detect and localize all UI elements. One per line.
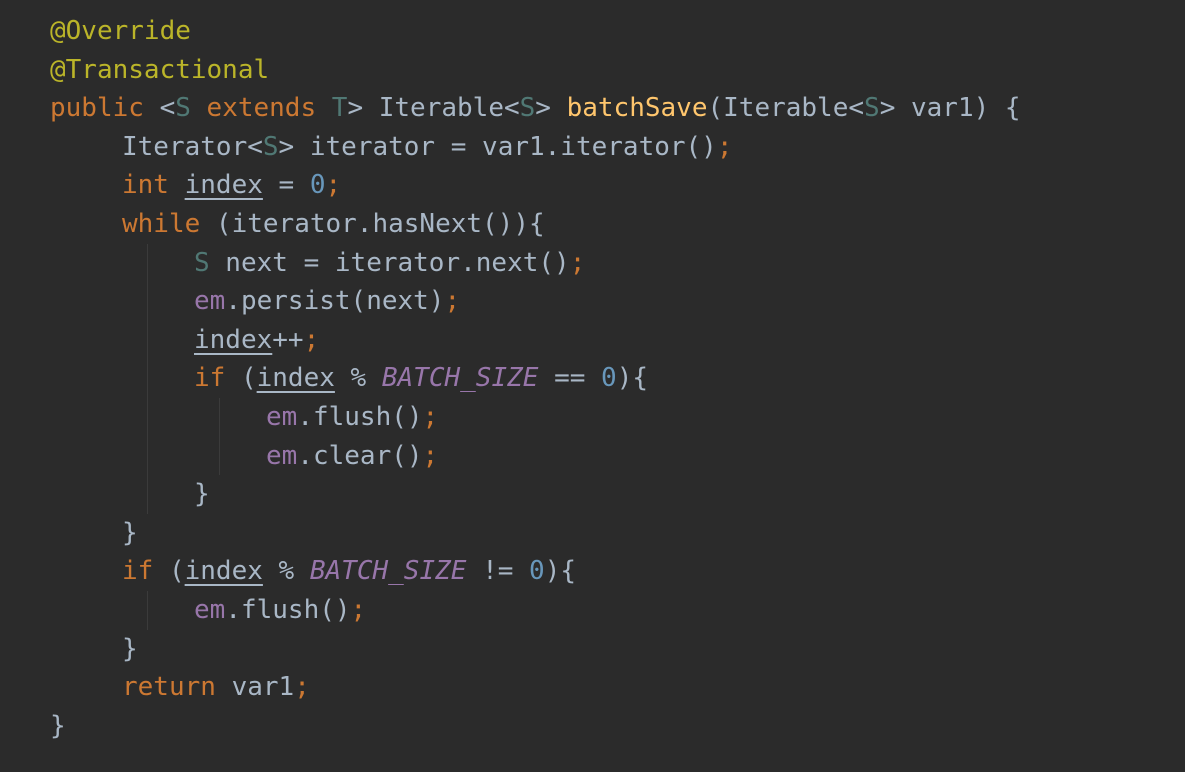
code-line[interactable]: index++; bbox=[0, 320, 1185, 360]
code-line[interactable]: em.flush(); bbox=[0, 397, 1185, 437]
code-line[interactable]: em.persist(next); bbox=[0, 282, 1185, 321]
code-token: ; bbox=[716, 131, 733, 162]
code-token: var1 bbox=[231, 672, 295, 703]
code-token: > bbox=[535, 93, 567, 124]
code-line[interactable]: } bbox=[0, 475, 1185, 514]
code-token: BATCH_SIZE bbox=[381, 363, 539, 394]
code-line[interactable]: int index = 0; bbox=[0, 166, 1185, 205]
code-token: index bbox=[256, 363, 335, 394]
code-token: BATCH_SIZE bbox=[309, 556, 467, 587]
code-token: if bbox=[194, 363, 241, 394]
code-line[interactable]: em.clear(); bbox=[0, 436, 1185, 476]
code-token: 0 bbox=[601, 363, 617, 394]
code-token: em bbox=[194, 594, 226, 625]
code-token: S bbox=[194, 247, 210, 278]
code-line[interactable]: public <S extends T> Iterable<S> batchSa… bbox=[0, 89, 1185, 128]
code-token: } bbox=[122, 633, 138, 664]
code-token: index bbox=[184, 170, 263, 201]
code-token: .flush() bbox=[225, 594, 351, 625]
code-token: return bbox=[122, 672, 232, 703]
code-token: ; bbox=[325, 170, 342, 201]
code-token: > Iterable< bbox=[347, 93, 520, 124]
code-token: .clear() bbox=[297, 440, 423, 471]
code-token: % bbox=[334, 363, 382, 394]
code-token: != bbox=[466, 556, 530, 587]
indent-guide bbox=[147, 282, 148, 321]
code-token: @Override bbox=[50, 16, 191, 46]
code-token: > iterator = var1.iterator() bbox=[278, 131, 717, 162]
code-token: 0 bbox=[309, 170, 326, 201]
indent-guide bbox=[147, 397, 148, 437]
code-line[interactable]: S next = iterator.next(); bbox=[0, 243, 1185, 283]
code-token: batchSave bbox=[566, 93, 708, 124]
code-line[interactable]: @Override bbox=[0, 12, 1185, 51]
indent-guide bbox=[147, 243, 148, 283]
code-token: } bbox=[50, 710, 66, 741]
code-token: S bbox=[864, 93, 880, 124]
code-editor[interactable]: @Override @Transactional public <S extends… bbox=[0, 0, 1185, 772]
code-token: public bbox=[50, 93, 160, 124]
code-token: while bbox=[122, 208, 216, 239]
indent-guide bbox=[219, 397, 220, 437]
code-line[interactable]: @Transactional bbox=[0, 51, 1185, 90]
code-token: S bbox=[175, 93, 191, 124]
code-line[interactable]: } bbox=[0, 514, 1185, 553]
code-token: em bbox=[194, 286, 226, 317]
indent-guide bbox=[147, 590, 148, 630]
code-token: 0 bbox=[529, 556, 545, 587]
code-token: T bbox=[331, 93, 348, 124]
code-token: = bbox=[262, 170, 310, 201]
code-token: == bbox=[538, 363, 602, 394]
code-token: } bbox=[194, 479, 210, 510]
code-token: .persist(next) bbox=[225, 286, 445, 317]
indent-guide bbox=[147, 320, 148, 360]
code-token: ; bbox=[294, 672, 310, 703]
code-token: @Transactional bbox=[50, 54, 270, 85]
code-token: ){ bbox=[544, 556, 577, 587]
code-token: int bbox=[122, 170, 185, 201]
code-token: ; bbox=[422, 440, 439, 471]
indent-guide bbox=[147, 436, 148, 476]
code-line[interactable]: } bbox=[0, 707, 1185, 746]
code-token: S bbox=[519, 93, 536, 124]
code-token: > var1) { bbox=[879, 93, 1021, 124]
code-token: ; bbox=[350, 594, 367, 625]
indent-guide bbox=[219, 436, 220, 476]
code-token: ; bbox=[422, 401, 439, 432]
code-token: em bbox=[266, 401, 298, 432]
code-token: % bbox=[262, 556, 310, 587]
code-token: ( bbox=[240, 363, 257, 394]
code-line[interactable]: } bbox=[0, 630, 1185, 669]
indent-guide bbox=[147, 475, 148, 514]
code-token: ){ bbox=[616, 363, 649, 394]
code-token: Iterator< bbox=[122, 131, 263, 162]
code-token: index bbox=[184, 556, 263, 587]
indent-guide bbox=[147, 359, 148, 398]
code-token: if bbox=[122, 556, 169, 587]
code-token: < bbox=[159, 93, 176, 124]
code-line[interactable]: if (index % BATCH_SIZE == 0){ bbox=[0, 359, 1185, 398]
code-token: ; bbox=[303, 324, 320, 355]
code-token: next = iterator.next() bbox=[209, 247, 570, 278]
code-token: ( bbox=[168, 556, 185, 587]
code-line[interactable]: em.flush(); bbox=[0, 590, 1185, 630]
code-token: em bbox=[266, 440, 298, 471]
code-token: index bbox=[194, 324, 273, 355]
code-token: ; bbox=[569, 247, 586, 278]
code-token: ; bbox=[444, 286, 461, 317]
code-line[interactable]: while (iterator.hasNext()){ bbox=[0, 205, 1185, 244]
code-token: extends bbox=[190, 93, 332, 124]
code-token: ++ bbox=[272, 324, 304, 355]
code-line[interactable]: return var1; bbox=[0, 668, 1185, 707]
code-token: } bbox=[122, 517, 138, 548]
code-token: (iterator.hasNext()){ bbox=[215, 208, 545, 239]
code-line[interactable]: Iterator<S> iterator = var1.iterator(); bbox=[0, 128, 1185, 167]
code-line[interactable]: if (index % BATCH_SIZE != 0){ bbox=[0, 552, 1185, 591]
code-token: (Iterable< bbox=[707, 93, 865, 124]
code-token: S bbox=[262, 131, 279, 162]
code-token: .flush() bbox=[297, 401, 423, 432]
